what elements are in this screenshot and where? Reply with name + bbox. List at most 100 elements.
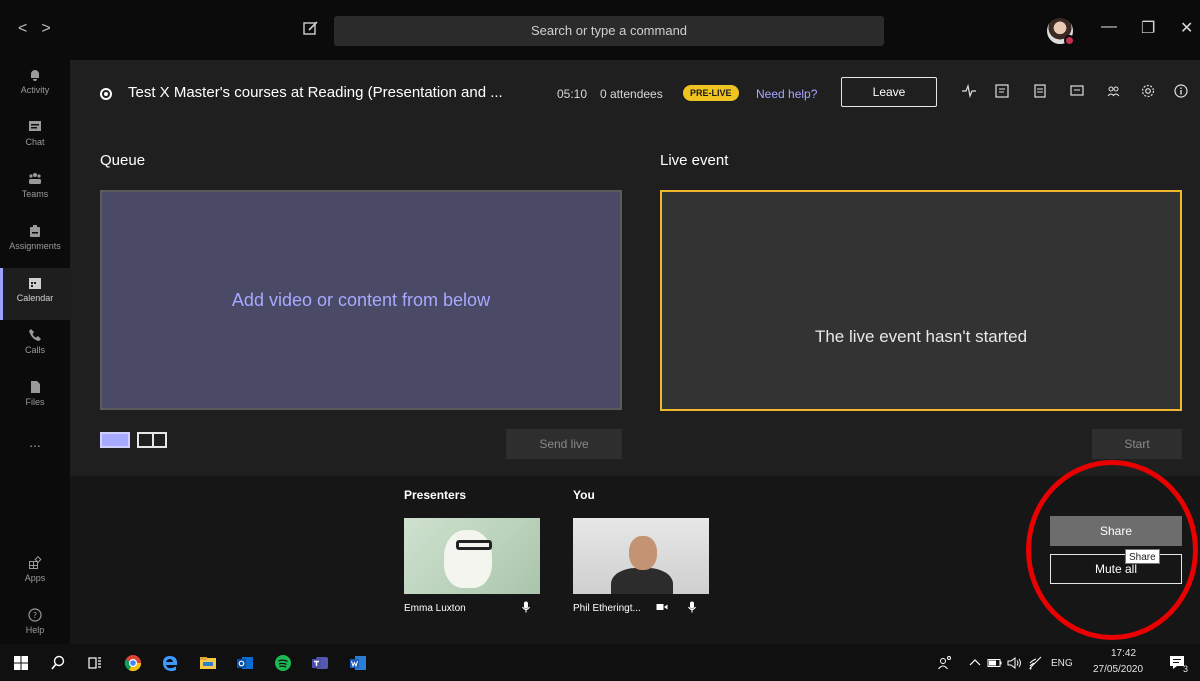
- rail-item-chat[interactable]: Chat: [0, 112, 70, 164]
- live-status-text: The live event hasn't started: [814, 326, 1028, 346]
- teddy-bear-image: [444, 530, 492, 588]
- more-apps-button[interactable]: ...: [0, 434, 70, 486]
- word-icon[interactable]: [349, 654, 367, 672]
- chat-icon: [29, 121, 41, 131]
- avatar[interactable]: [1045, 16, 1075, 46]
- teams-icon: [29, 173, 41, 184]
- chat-icon[interactable]: [1070, 84, 1084, 98]
- info-icon[interactable]: [1174, 84, 1188, 98]
- maximize-icon[interactable]: ❐: [1141, 18, 1155, 38]
- person-head-image: [629, 536, 657, 570]
- rail-label: Apps: [24, 573, 46, 583]
- chevron-up-icon[interactable]: [966, 654, 984, 672]
- taskbar: ENG 17:42 27/05/2020 3: [0, 644, 1200, 681]
- rail-item-calendar[interactable]: Calendar: [0, 268, 70, 320]
- rail-label: Files: [25, 397, 45, 407]
- rail-label: Assignments: [9, 241, 61, 251]
- recording-indicator-icon: [100, 88, 112, 100]
- rail-item-activity[interactable]: Activity: [0, 60, 70, 112]
- need-help-link[interactable]: Need help?: [756, 87, 817, 101]
- file-icon: [31, 381, 40, 393]
- phone-icon: [29, 329, 41, 341]
- presenter-name: Emma Luxton: [404, 603, 466, 614]
- attendee-count: 0 attendees: [600, 87, 663, 101]
- self-name: Phil Etheringt...: [573, 603, 641, 614]
- rail-item-assignments[interactable]: Assignments: [0, 216, 70, 268]
- notification-count: 3: [1183, 664, 1189, 674]
- close-icon[interactable]: ✕: [1180, 18, 1193, 38]
- volume-icon[interactable]: [1006, 654, 1024, 672]
- annotation-circle: [1026, 460, 1198, 640]
- forward-button[interactable]: >: [41, 20, 64, 37]
- status-badge: PRE-LIVE: [683, 85, 739, 101]
- assignments-icon: [30, 225, 40, 237]
- battery-icon[interactable]: [986, 654, 1004, 672]
- camera-icon[interactable]: [656, 601, 668, 613]
- rail-label: Calls: [24, 345, 45, 355]
- search-input[interactable]: Search or type a command: [334, 16, 884, 46]
- meeting-notes-icon[interactable]: [1033, 84, 1047, 98]
- glasses-image: [456, 540, 492, 550]
- nav-arrows: <>: [18, 20, 65, 38]
- side-by-side-layout-button[interactable]: [137, 432, 167, 448]
- person-body-image: [611, 568, 673, 594]
- you-label: You: [573, 488, 595, 502]
- start-button[interactable]: Start: [1092, 429, 1182, 459]
- microphone-icon[interactable]: [686, 601, 698, 613]
- help-icon: ?: [28, 608, 42, 622]
- rail-item-files[interactable]: Files: [0, 372, 70, 424]
- clock-time[interactable]: 17:42: [1111, 648, 1136, 659]
- event-header: Test X Master's courses at Reading (Pres…: [70, 60, 1200, 130]
- people-icon[interactable]: [936, 654, 954, 672]
- back-button[interactable]: <: [18, 20, 41, 37]
- spotify-icon[interactable]: [274, 654, 292, 672]
- rail-label: Chat: [25, 137, 45, 147]
- teams-app-icon[interactable]: [311, 654, 329, 672]
- windows-start-icon[interactable]: [12, 654, 30, 672]
- apps-icon: [29, 556, 42, 569]
- health-pulse-icon[interactable]: [962, 84, 976, 98]
- rail-label: Activity: [20, 85, 50, 95]
- self-video-tile[interactable]: [573, 518, 709, 594]
- settings-gear-icon[interactable]: [1141, 84, 1155, 98]
- chrome-icon[interactable]: [124, 654, 142, 672]
- language-indicator[interactable]: ENG: [1051, 658, 1073, 669]
- status-dot: [1064, 35, 1075, 46]
- wifi-icon[interactable]: [1027, 654, 1045, 672]
- microphone-icon[interactable]: [520, 601, 532, 613]
- presenters-label: Presenters: [404, 488, 467, 502]
- rail-label: Teams: [21, 189, 49, 199]
- clock-date[interactable]: 27/05/2020: [1093, 664, 1143, 675]
- single-layout-button[interactable]: [100, 432, 130, 448]
- app-rail: Activity Chat Teams Assignments Calendar…: [0, 60, 70, 644]
- file-explorer-icon[interactable]: [199, 654, 217, 672]
- live-event-producer: Test X Master's courses at Reading (Pres…: [70, 60, 1200, 644]
- rail-item-apps[interactable]: Apps: [0, 548, 70, 600]
- rail-item-teams[interactable]: Teams: [0, 164, 70, 216]
- queue-placeholder: Add video or content from below: [231, 289, 491, 310]
- edge-icon[interactable]: [161, 654, 179, 672]
- notes-icon[interactable]: [995, 84, 1009, 98]
- rail-label: Help: [25, 625, 45, 635]
- queue-label: Queue: [100, 152, 146, 169]
- bell-icon: [31, 70, 39, 81]
- search-icon[interactable]: [49, 654, 67, 672]
- queue-preview[interactable]: Add video or content from below: [100, 190, 622, 410]
- live-preview: The live event hasn't started: [660, 190, 1182, 411]
- send-live-button[interactable]: Send live: [506, 429, 622, 459]
- minimize-icon[interactable]: —: [1101, 18, 1117, 36]
- task-view-icon[interactable]: [86, 654, 104, 672]
- rail-item-calls[interactable]: Calls: [0, 320, 70, 372]
- compose-icon[interactable]: [303, 20, 319, 36]
- rail-label: Calendar: [16, 293, 54, 303]
- title-bar: <> Search or type a command — ❐ ✕: [0, 0, 1200, 60]
- live-event-label: Live event: [660, 152, 729, 169]
- calendar-icon: [29, 278, 41, 289]
- event-title: Test X Master's courses at Reading (Pres…: [128, 84, 503, 101]
- svg-text:?: ?: [33, 611, 37, 620]
- leave-button[interactable]: Leave: [841, 77, 937, 107]
- outlook-icon[interactable]: [236, 654, 254, 672]
- presenter-video-tile[interactable]: [404, 518, 540, 594]
- participants-icon[interactable]: [1107, 84, 1121, 98]
- event-timer: 05:10: [557, 87, 588, 101]
